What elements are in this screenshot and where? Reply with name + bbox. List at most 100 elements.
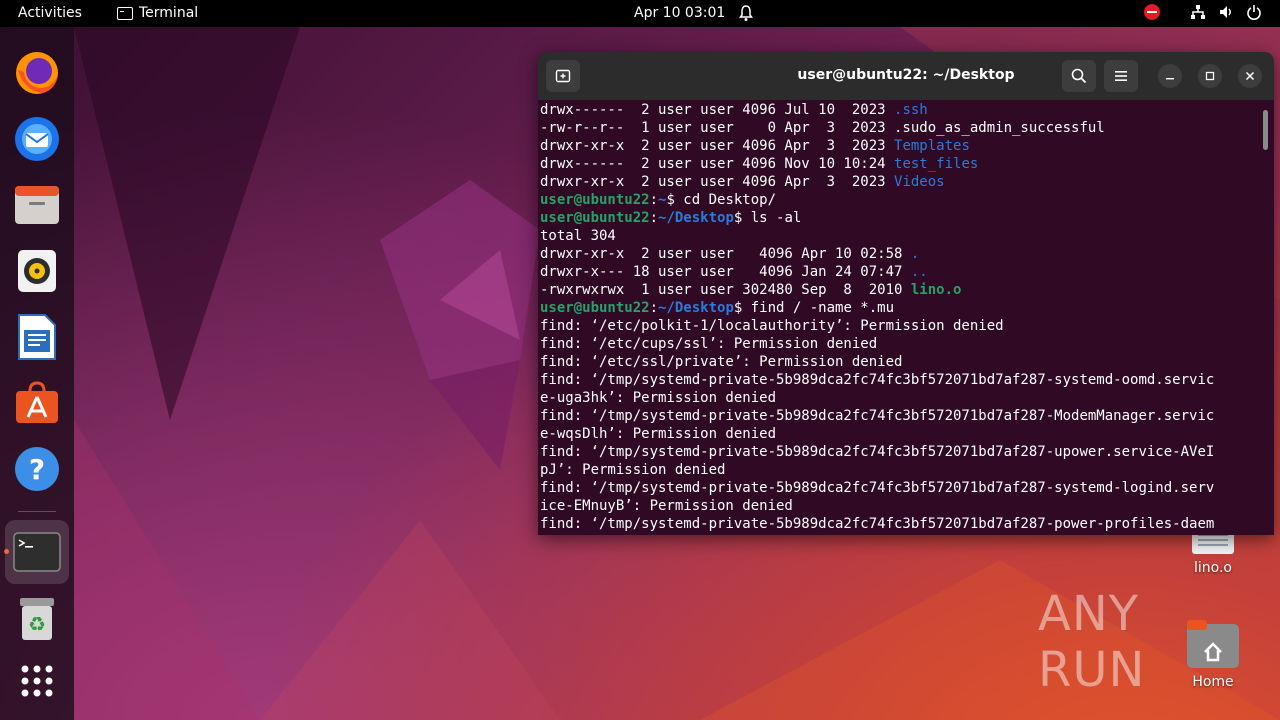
- terminal-text: pJ’: Permission denied: [540, 462, 726, 478]
- terminal-text: ..: [910, 264, 928, 280]
- terminal-text: Videos: [894, 174, 945, 190]
- terminal-line: drwxr-xr-x 2 user user 4096 Apr 3 2023 T…: [540, 137, 1262, 155]
- terminal-line: pJ’: Permission denied: [540, 461, 1262, 479]
- thunderbird-icon: [15, 117, 59, 161]
- terminal-text: user@ubuntu22: [540, 300, 650, 316]
- terminal-line: find: ‘/tmp/systemd-private-5b989dca2fc7…: [540, 515, 1262, 533]
- dock-thunderbird[interactable]: [5, 107, 69, 171]
- power-icon: [1247, 5, 1261, 20]
- help-icon: ?: [15, 447, 59, 491]
- terminal-line: e-uga3hk’: Permission denied: [540, 389, 1262, 407]
- terminal-text: :: [649, 210, 659, 226]
- software-icon: [16, 381, 58, 423]
- menu-button[interactable]: [1104, 60, 1138, 92]
- files-icon: [15, 186, 59, 224]
- network-icon: [1191, 5, 1205, 19]
- close-icon: [1245, 71, 1255, 81]
- terminal-line: find: ‘/tmp/systemd-private-5b989dca2fc7…: [540, 443, 1262, 461]
- scrollbar-thumb[interactable]: [1263, 110, 1268, 150]
- maximize-button[interactable]: [1198, 64, 1222, 88]
- terminal-line: drwxr-xr-x 2 user user 4096 Apr 10 02:58…: [540, 245, 1262, 263]
- terminal-text: drwxr-xr-x 2 user user 4096 Apr 10 02:58: [540, 246, 911, 262]
- terminal-text: $ cd Desktop/: [666, 192, 777, 208]
- terminal-line: -rwxrwxrwx 1 user user 302480 Sep 8 2010…: [540, 281, 1262, 299]
- terminal-text: $ ls -al: [733, 210, 802, 226]
- terminal-line: -rw-r--r-- 1 user user 0 Apr 3 2023 .sud…: [540, 119, 1262, 137]
- dock-files[interactable]: [5, 173, 69, 237]
- dock-software[interactable]: [5, 371, 69, 435]
- terminal-line: total 304: [540, 227, 1262, 245]
- dock-writer[interactable]: [5, 305, 69, 369]
- anyrun-watermark: ANY RUN: [1038, 586, 1238, 698]
- close-button[interactable]: [1238, 64, 1262, 88]
- terminal-text: find: ‘/etc/polkit-1/localauthority’: Pe…: [540, 318, 1004, 334]
- dock-rhythmbox[interactable]: [5, 239, 69, 303]
- terminal-text: e-uga3hk’: Permission denied: [540, 390, 777, 406]
- terminal-line: drwxr-x--- 18 user user 4096 Jan 24 07:4…: [540, 263, 1262, 281]
- volume-icon: [1220, 6, 1231, 18]
- bell-icon: [739, 5, 753, 21]
- dock-help[interactable]: ?: [5, 437, 69, 501]
- terminal-text: .: [910, 246, 920, 262]
- terminal-line: find: ‘/etc/cups/ssl’: Permission denied: [540, 335, 1262, 353]
- terminal-text: drwxr-xr-x 2 user user 4096 Apr 3 2023: [540, 138, 895, 154]
- dock: ? ♻: [0, 27, 74, 720]
- terminal-text: test_files: [894, 156, 979, 172]
- terminal-line: find: ‘/etc/ssl/private’: Permission den…: [540, 353, 1262, 371]
- terminal-text: e-wqsDlh’: Permission denied: [540, 426, 777, 442]
- terminal-text: -rw-r--r-- 1 user user 0 Apr 3 2023 .sud…: [540, 120, 1105, 136]
- svg-text:?: ?: [29, 453, 45, 486]
- app-menu[interactable]: Terminal: [117, 5, 198, 21]
- terminal-text: find: ‘/tmp/systemd-private-5b989dca2fc7…: [540, 444, 1215, 460]
- terminal-text: drwxr-x--- 18 user user 4096 Jan 24 07:4…: [540, 264, 911, 280]
- terminal-line: drwx------ 2 user user 4096 Nov 10 10:24…: [540, 155, 1262, 173]
- dock-separator: [18, 511, 56, 512]
- search-button[interactable]: [1062, 60, 1096, 92]
- terminal-titlebar[interactable]: user@ubuntu22: ~/Desktop: [538, 52, 1274, 100]
- terminal-output[interactable]: drwx------ 2 user user 4096 Jul 10 2023 …: [540, 101, 1262, 535]
- minimize-button[interactable]: [1158, 64, 1182, 88]
- terminal-line: user@ubuntu22:~/Desktop$ find / -name *.…: [540, 299, 1262, 317]
- terminal-line: find: ‘/etc/polkit-1/localauthority’: Pe…: [540, 317, 1262, 335]
- terminal-icon: [117, 6, 133, 20]
- hamburger-menu-icon: [1115, 71, 1127, 81]
- search-icon: [1071, 68, 1087, 84]
- terminal-text: user@ubuntu22: [540, 210, 650, 226]
- terminal-text: ~/Desktop: [658, 300, 734, 316]
- clock[interactable]: Apr 10 03:01: [634, 5, 725, 21]
- terminal-line: user@ubuntu22:~$ cd Desktop/: [540, 191, 1262, 209]
- system-tray[interactable]: [1144, 4, 1262, 20]
- activities-button[interactable]: Activities: [18, 5, 82, 21]
- terminal-text: find: ‘/tmp/systemd-private-5b989dca2fc7…: [540, 408, 1215, 424]
- app-grid-icon: [21, 665, 53, 697]
- terminal-text: drwx------ 2 user user 4096 Jul 10 2023: [540, 102, 895, 118]
- terminal-line: e-wqsDlh’: Permission denied: [540, 425, 1262, 443]
- terminal-text: -rwxrwxrwx 1 user user 302480 Sep 8 2010: [540, 282, 911, 298]
- maximize-icon: [1205, 71, 1215, 81]
- terminal-icon: [13, 532, 61, 572]
- rhythmbox-icon: [18, 250, 56, 292]
- desktop-icon-label: lino.o: [1194, 560, 1232, 576]
- terminal-text: find: ‘/tmp/systemd-private-5b989dca2fc7…: [540, 480, 1215, 496]
- trash-icon: ♻: [20, 598, 54, 640]
- dock-terminal[interactable]: [5, 520, 69, 584]
- dock-trash[interactable]: ♻: [5, 587, 69, 651]
- terminal-text: find: ‘/etc/ssl/private’: Permission den…: [540, 354, 903, 370]
- terminal-text: ice-EMnuyB’: Permission denied: [540, 498, 793, 514]
- firefox-icon: [16, 52, 58, 94]
- terminal-text: .ssh: [894, 102, 928, 118]
- svg-text:♻: ♻: [28, 612, 46, 636]
- terminal-line: drwx------ 2 user user 4096 Jul 10 2023 …: [540, 101, 1262, 119]
- terminal-line: ice-EMnuyB’: Permission denied: [540, 497, 1262, 515]
- terminal-line: find: ‘/tmp/systemd-private-5b989dca2fc7…: [540, 407, 1262, 425]
- watermark-text: ANY RUN: [1038, 586, 1146, 698]
- terminal-text: :: [649, 300, 659, 316]
- terminal-text: find: ‘/etc/cups/ssl’: Permission denied: [540, 336, 878, 352]
- terminal-text: user@ubuntu22: [540, 192, 650, 208]
- terminal-window[interactable]: user@ubuntu22: ~/Desktop drwx------ 2 us…: [538, 52, 1274, 535]
- dock-show-apps[interactable]: [5, 649, 69, 713]
- terminal-text: find: ‘/tmp/systemd-private-5b989dca2fc7…: [540, 516, 1215, 532]
- app-menu-label: Terminal: [139, 5, 199, 21]
- terminal-text: lino.o: [910, 282, 962, 298]
- dock-firefox[interactable]: [5, 41, 69, 105]
